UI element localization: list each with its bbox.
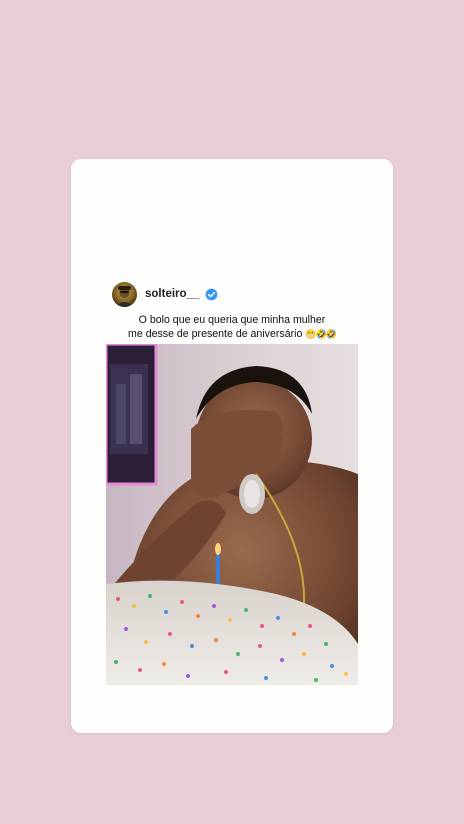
- avatar-icon: [116, 285, 133, 307]
- post-caption: O bolo que eu queria que minha mulher me…: [71, 313, 393, 341]
- caption-emojis: 😬🤣🤣: [305, 329, 337, 339]
- caption-line-1: O bolo que eu queria que minha mulher: [138, 314, 326, 326]
- post-card: solteiro__ O bolo que eu queria que minh…: [71, 159, 393, 733]
- verified-badge-icon: [205, 288, 218, 300]
- username[interactable]: solteiro__: [145, 288, 199, 300]
- post-header: solteiro__: [112, 280, 218, 308]
- caption-line-2: me desse de presente de aniversário: [128, 328, 303, 340]
- avatar[interactable]: [112, 281, 137, 307]
- video-frame[interactable]: [106, 344, 358, 685]
- video-thumbnail-image: [106, 344, 358, 685]
